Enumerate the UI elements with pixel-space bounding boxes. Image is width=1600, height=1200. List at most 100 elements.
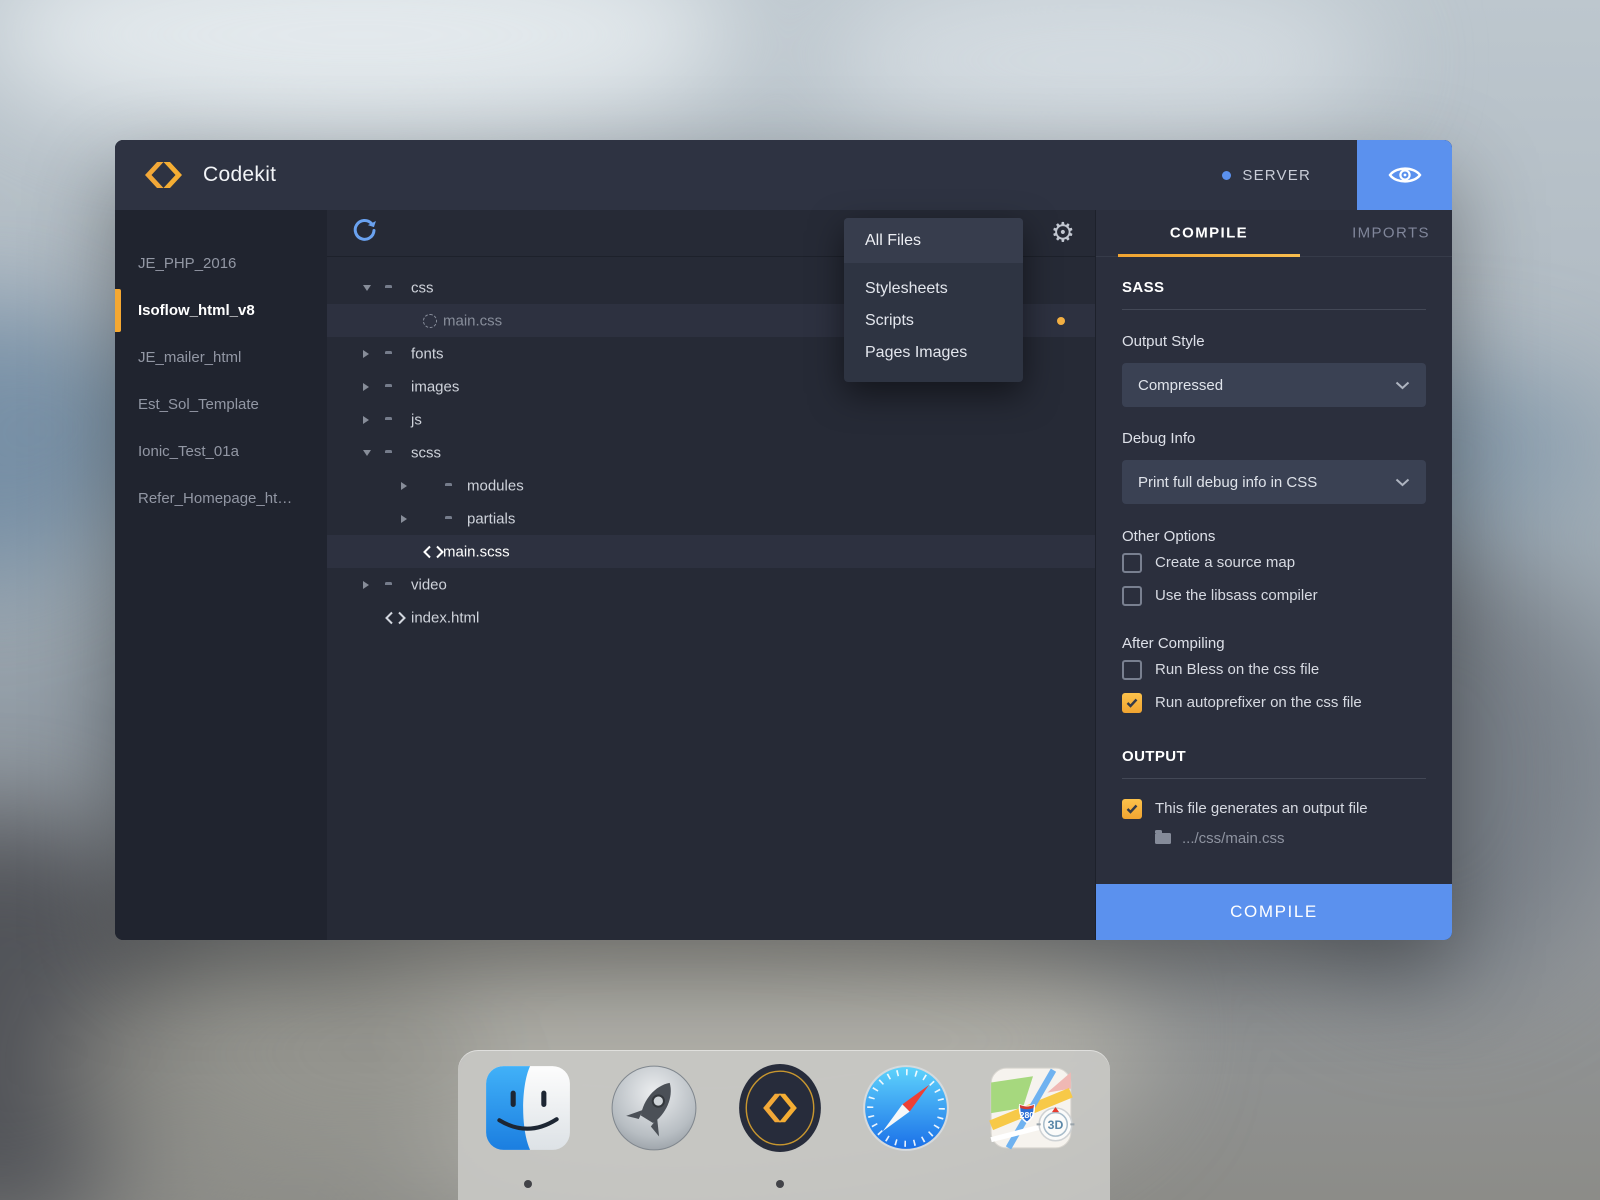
collapse-arrow-icon[interactable]: [363, 450, 371, 456]
debug-info-value: Print full debug info in CSS: [1138, 474, 1317, 491]
filter-option-all-files[interactable]: All Files: [844, 218, 1023, 263]
debug-info-label: Debug Info: [1122, 430, 1426, 447]
running-indicator-dot: [776, 1180, 784, 1188]
expand-arrow-icon[interactable]: [401, 482, 407, 490]
maps-icon: 280 3D: [986, 1062, 1078, 1154]
preview-button[interactable]: [1357, 140, 1452, 210]
filter-option-stylesheets[interactable]: Stylesheets: [844, 273, 1023, 305]
refresh-button[interactable]: [351, 217, 378, 249]
option-use-libsass[interactable]: Use the libsass compiler: [1122, 580, 1426, 611]
tree-item-label: fonts: [411, 345, 444, 362]
sidebar-item-refer-homepage[interactable]: Refer_Homepage_ht…: [115, 475, 327, 522]
option-label: This file generates an output file: [1155, 800, 1368, 817]
tab-compile[interactable]: COMPILE: [1170, 225, 1248, 242]
checkbox-unchecked-icon[interactable]: [1122, 586, 1142, 606]
file-browser: ⚙ css main.css fonts: [327, 210, 1095, 940]
server-label: SERVER: [1242, 167, 1311, 184]
expand-arrow-icon[interactable]: [363, 350, 369, 358]
checkbox-checked-icon[interactable]: [1122, 693, 1142, 713]
checkbox-checked-icon[interactable]: [1122, 799, 1142, 819]
dock: 280 3D: [458, 1050, 1110, 1200]
server-status-dot-icon: [1222, 171, 1231, 180]
output-path-row[interactable]: .../css/main.css: [1155, 830, 1426, 847]
tree-item-index-html[interactable]: index.html: [327, 601, 1095, 634]
tree-item-label: main.scss: [443, 543, 510, 560]
expand-arrow-icon[interactable]: [363, 416, 369, 424]
sidebar-item-ionic-test-01a[interactable]: Ionic_Test_01a: [115, 428, 327, 475]
tree-item-modules[interactable]: modules: [327, 469, 1095, 502]
tree-item-label: images: [411, 378, 459, 395]
expand-arrow-icon[interactable]: [363, 383, 369, 391]
sidebar-item-je-php-2016[interactable]: JE_PHP_2016: [115, 240, 327, 287]
checkbox-unchecked-icon[interactable]: [1122, 660, 1142, 680]
option-label: Create a source map: [1155, 554, 1295, 571]
expand-arrow-icon[interactable]: [363, 581, 369, 589]
filter-option-pages-images[interactable]: Pages Images: [844, 337, 1023, 369]
divider: [1122, 309, 1426, 310]
tree-item-label: modules: [467, 477, 524, 494]
project-label: JE_mailer_html: [138, 349, 241, 366]
chevron-down-icon: [1395, 478, 1410, 487]
project-label: Refer_Homepage_ht…: [138, 490, 292, 507]
refresh-icon: [351, 217, 378, 244]
active-tab-underline: [1118, 254, 1300, 257]
dock-safari[interactable]: [860, 1062, 952, 1154]
dock-codekit[interactable]: [734, 1062, 826, 1154]
divider: [1122, 778, 1426, 779]
option-create-source-map[interactable]: Create a source map: [1122, 547, 1426, 578]
sidebar-item-isoflow-html-v8[interactable]: Isoflow_html_v8: [115, 287, 327, 334]
other-options-label: Other Options: [1122, 528, 1426, 545]
tree-item-label: js: [411, 411, 422, 428]
option-run-bless[interactable]: Run Bless on the css file: [1122, 654, 1426, 685]
sidebar-item-je-mailer-html[interactable]: JE_mailer_html: [115, 334, 327, 381]
running-indicator-dot: [524, 1180, 532, 1188]
output-style-value: Compressed: [1138, 377, 1223, 394]
tree-item-label: partials: [467, 510, 515, 527]
expand-arrow-icon[interactable]: [401, 515, 407, 523]
titlebar: Codekit SERVER: [115, 140, 1452, 210]
filter-option-label: Pages Images: [865, 344, 967, 362]
option-label: Use the libsass compiler: [1155, 587, 1318, 604]
tree-item-label: index.html: [411, 609, 479, 626]
project-label: Isoflow_html_v8: [138, 302, 255, 319]
pending-circle-icon: [423, 314, 437, 328]
tree-item-scss[interactable]: scss: [327, 436, 1095, 469]
sidebar-item-est-sol-template[interactable]: Est_Sol_Template: [115, 381, 327, 428]
dock-maps[interactable]: 280 3D: [986, 1062, 1078, 1154]
tree-item-label: video: [411, 576, 447, 593]
checkbox-unchecked-icon[interactable]: [1122, 553, 1142, 573]
settings-panel: COMPILE IMPORTS SASS Output Style Compre…: [1095, 210, 1452, 940]
after-compiling-label: After Compiling: [1122, 635, 1426, 652]
code-file-icon: [385, 611, 406, 625]
filter-option-label: Stylesheets: [865, 280, 948, 298]
tree-item-label: main.css: [443, 312, 502, 329]
dock-finder[interactable]: [482, 1062, 574, 1154]
section-title-sass: SASS: [1122, 279, 1426, 296]
tree-item-js[interactable]: js: [327, 403, 1095, 436]
option-run-autoprefixer[interactable]: Run autoprefixer on the css file: [1122, 687, 1426, 718]
project-label: JE_PHP_2016: [138, 255, 236, 272]
panel-tabs: COMPILE IMPORTS: [1096, 210, 1452, 257]
tree-item-main-scss[interactable]: main.scss: [327, 535, 1095, 568]
debug-info-select[interactable]: Print full debug info in CSS: [1122, 460, 1426, 504]
safari-icon: [860, 1062, 952, 1154]
output-style-select[interactable]: Compressed: [1122, 363, 1426, 407]
output-path: .../css/main.css: [1182, 830, 1285, 847]
codekit-window: Codekit SERVER JE_PHP_2016 Isoflow_html_…: [115, 140, 1452, 940]
tree-item-partials[interactable]: partials: [327, 502, 1095, 535]
tab-imports[interactable]: IMPORTS: [1352, 225, 1430, 242]
filter-option-scripts[interactable]: Scripts: [844, 305, 1023, 337]
file-filter-menu: All Files Stylesheets Scripts Pages Imag…: [844, 218, 1023, 382]
app-title: Codekit: [203, 163, 276, 187]
tree-item-video[interactable]: video: [327, 568, 1095, 601]
project-label: Ionic_Test_01a: [138, 443, 239, 460]
settings-gear-icon[interactable]: ⚙: [1051, 220, 1075, 247]
svg-text:3D: 3D: [1048, 1118, 1064, 1132]
server-status[interactable]: SERVER: [1222, 167, 1311, 184]
collapse-arrow-icon[interactable]: [363, 285, 371, 291]
codekit-logo-icon: [141, 161, 185, 189]
project-sidebar: JE_PHP_2016 Isoflow_html_v8 JE_mailer_ht…: [115, 210, 327, 940]
dock-launchpad[interactable]: [608, 1062, 700, 1154]
option-generates-output[interactable]: This file generates an output file: [1122, 793, 1426, 824]
compile-button[interactable]: COMPILE: [1096, 884, 1452, 940]
